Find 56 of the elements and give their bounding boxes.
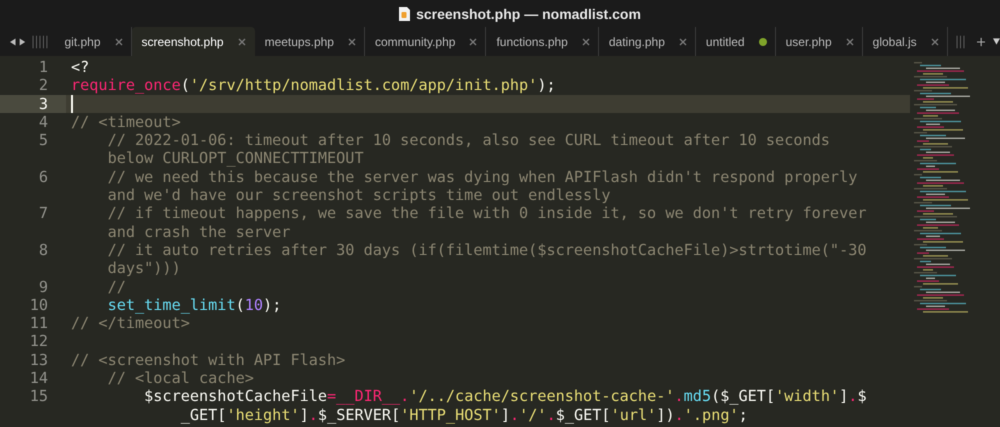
code-line: <? [71,58,90,76]
close-icon[interactable] [678,38,687,46]
code-line: and crash the server [106,222,290,241]
line-number: 2 [38,76,48,94]
close-icon[interactable] [114,38,123,46]
code-line: below CURLOPT_CONNECTTIMEOUT [106,149,364,168]
line-number: 10 [30,296,48,314]
line-number: 7 [38,204,48,222]
code-line: // we need this because the server was dying when APIFlash didn't respond properly [106,168,858,186]
tab[interactable]: meetups.php [254,27,365,56]
code-line: and we'd have our screenshot scripts time out endlessly [106,186,610,204]
line-number: 14 [30,369,48,388]
plus-icon[interactable] [976,36,986,48]
line-number: 3 [38,94,48,113]
line-number: 1 [38,58,48,76]
line-number: 15 [30,387,48,406]
close-icon[interactable] [469,38,478,46]
code-line: set_time_limit(10); [106,296,282,314]
line-number: 13 [30,350,48,369]
code-line: require_once('/srv/http/nomadlist.com/app/init.php'); [71,76,556,95]
close-icon[interactable] [348,38,356,46]
tab[interactable]: functions.php [486,27,599,56]
code-line: // it auto retries after 30 days (if(filemtime($screenshotCacheFile)>strtotime("-30 [106,240,866,260]
code-line: // 2022-01-06: timeout after 10 seconds, also see CURL timeout after 10 seconds [106,131,830,150]
line-number: 8 [38,240,48,259]
code-line: // <timeout> [71,112,181,132]
close-icon[interactable] [846,38,854,46]
tab[interactable]: global.js [862,27,948,56]
tab[interactable]: untitled [696,27,776,56]
close-icon[interactable] [582,38,590,46]
code-line: _GET['height'].$_SERVER['HTTP_HOST'].'/'.$_GET['url']).'.png'; [180,406,748,424]
line-number: 9 [38,278,48,296]
back-arrow-icon[interactable] [10,36,16,46]
code-line: // <screenshot with API Flash> [71,350,346,370]
line-number: 4 [38,112,48,131]
code-line: days"))) [106,259,181,278]
tab[interactable]: dating.php [598,27,696,56]
tab[interactable]: screenshot.php [132,27,255,56]
close-icon[interactable] [238,38,246,46]
window-title: screenshot.php — nomadlist.com [416,6,641,22]
code-line: // if timeout happens, we save the file with 0 inside it, so we don't retry forever [106,204,866,223]
forward-arrow-icon[interactable] [19,36,26,46]
dropdown-icon[interactable] [993,37,1000,46]
code-line: // <local cache> [106,369,254,388]
file-icon [399,6,410,20]
code-line: // [106,278,126,296]
line-number: 12 [30,332,48,350]
text-cursor [71,94,73,113]
close-icon[interactable] [930,38,939,46]
tab[interactable]: user.php [776,27,863,56]
tab[interactable]: community.php [364,27,486,56]
line-number: 6 [38,168,48,186]
line-number: 5 [38,131,48,150]
line-number: 11 [30,314,48,332]
code-line: // </timeout> [71,314,190,332]
code-line: $screenshotCacheFile=__DIR__.'/../cache/screenshot-cache-'.md5($_GET['width'].$ [143,387,867,406]
